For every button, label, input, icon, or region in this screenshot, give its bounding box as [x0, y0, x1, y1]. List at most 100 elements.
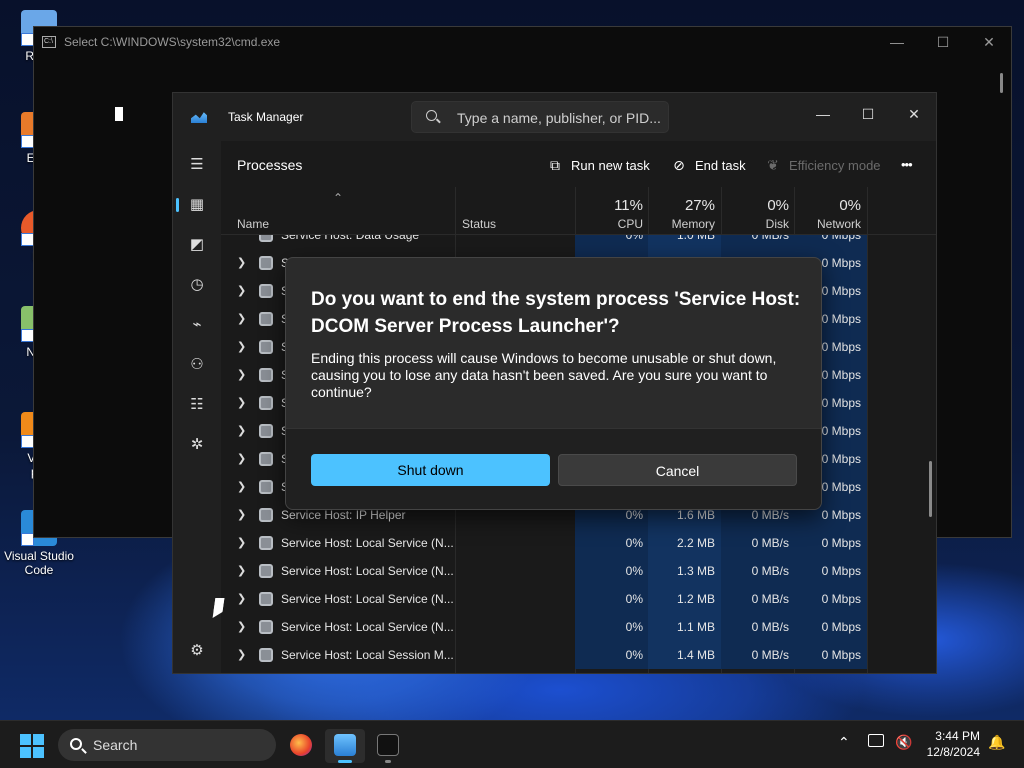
column-cpu[interactable]: CPU: [577, 217, 643, 231]
disk-value: 0 MB/s: [751, 564, 789, 578]
desktop-icon-label: Code: [24, 563, 54, 577]
page-title: Processes: [237, 157, 303, 173]
tm-titlebar[interactable]: Task Manager Type a name, publisher, or …: [173, 93, 936, 141]
memory-value: 1.0 MB: [676, 235, 715, 242]
volume-muted-icon[interactable]: 🔇: [895, 734, 912, 751]
expand-chevron-icon[interactable]: ❯: [237, 340, 246, 353]
windows-logo-icon: [33, 747, 44, 758]
running-indicator: [385, 760, 391, 763]
process-name: Service Host: Local Service (N...: [281, 620, 454, 634]
more-options-button[interactable]: •••: [901, 157, 913, 172]
column-network[interactable]: Network: [795, 217, 861, 231]
tm-nav-rail: ☰ ▦ ◩ ◷ ⌁ ⚇ ☷ ✲ ⚙: [173, 141, 221, 673]
leaf-icon: ❦: [767, 157, 779, 173]
task-manager-logo-icon: [191, 112, 207, 123]
service-gear-icon: [259, 592, 273, 606]
table-row[interactable]: ❯ Service Host: Local Session M... 0% 1.4 M…: [221, 641, 921, 669]
column-memory[interactable]: Memory: [649, 217, 715, 231]
process-list-scrollbar[interactable]: [929, 461, 932, 517]
tm-minimize-button[interactable]: —: [800, 99, 846, 129]
network-icon[interactable]: [868, 734, 884, 747]
taskbar-search-label: Search: [93, 737, 138, 753]
service-gear-icon: [259, 396, 273, 410]
service-gear-icon: [259, 620, 273, 634]
dialog-title: Do you want to end the system process 'S…: [311, 289, 801, 337]
cmd-scrollbar[interactable]: [1000, 73, 1003, 93]
settings-gear-icon[interactable]: ⚙: [185, 639, 209, 663]
taskbar-cmd[interactable]: [368, 729, 408, 763]
table-row[interactable]: ❯ Service Host: Local Service (N... 0% 2.2 …: [221, 529, 921, 557]
network-total: 0%: [839, 197, 861, 214]
tm-maximize-button[interactable]: ☐: [845, 99, 891, 129]
expand-chevron-icon[interactable]: ❯: [237, 424, 246, 437]
network-value: 0 Mbps: [821, 620, 861, 634]
column-header: ⌃ Name Status 11% CPU 27% Memory 0% Disk…: [221, 187, 936, 235]
service-gear-icon: [259, 284, 273, 298]
column-status[interactable]: Status: [462, 217, 496, 231]
cmd-titlebar[interactable]: C:\ Select C:\WINDOWS\system32\cmd.exe: [34, 27, 1011, 57]
taskbar-search[interactable]: Search: [58, 729, 276, 761]
efficiency-mode-label: Efficiency mode: [789, 157, 881, 173]
process-name: Service Host: Data Usage: [281, 235, 420, 242]
hamburger-menu-icon[interactable]: ☰: [185, 153, 209, 177]
disk-value: 0 MB/s: [751, 620, 789, 634]
expand-chevron-icon[interactable]: ❯: [237, 368, 246, 381]
process-name: Service Host: Local Session M...: [281, 648, 454, 662]
cpu-total: 11%: [614, 197, 643, 214]
cancel-button[interactable]: Cancel: [558, 454, 797, 486]
shut-down-button[interactable]: Shut down: [311, 454, 550, 486]
tm-command-bar: Processes ⧉ Run new task ⊘ End task ❦ Ef…: [221, 141, 936, 187]
show-hidden-icons-chevron-icon[interactable]: ⌃: [838, 734, 850, 751]
cmd-title: Select C:\WINDOWS\system32\cmd.exe: [64, 35, 281, 49]
clock[interactable]: 3:44 PM 12/8/2024: [922, 728, 980, 760]
cmd-close-button[interactable]: ✕: [966, 27, 1012, 57]
tm-search-input[interactable]: Type a name, publisher, or PID...: [411, 101, 669, 133]
run-new-task-button[interactable]: ⧉ Run new task: [547, 157, 650, 173]
table-row[interactable]: ❯ Service Host: Local Service (N... 0% 1.2 …: [221, 585, 921, 613]
cmd-maximize-button[interactable]: ☐: [920, 27, 966, 57]
expand-chevron-icon[interactable]: ❯: [237, 256, 246, 269]
cpu-value: 0%: [625, 536, 643, 550]
cmd-minimize-button[interactable]: —: [874, 27, 920, 57]
services-icon[interactable]: ✲: [185, 433, 209, 457]
tm-close-button[interactable]: ✕: [891, 99, 936, 129]
table-row[interactable]: ❯ Service Host: Local Service (N... 0% 1.1 …: [221, 613, 921, 641]
column-name[interactable]: Name: [237, 217, 269, 231]
text-cursor: [115, 107, 123, 121]
taskbar-task-manager[interactable]: [325, 729, 365, 763]
run-new-task-label: Run new task: [571, 157, 650, 173]
column-disk[interactable]: Disk: [723, 217, 789, 231]
expand-chevron-icon[interactable]: ❯: [237, 284, 246, 297]
expand-chevron-icon[interactable]: ❯: [237, 480, 246, 493]
expand-chevron-icon[interactable]: ❯: [237, 536, 246, 549]
taskbar-firefox[interactable]: [281, 729, 321, 763]
service-gear-icon: [259, 564, 273, 578]
search-placeholder: Type a name, publisher, or PID...: [457, 110, 661, 126]
users-icon[interactable]: ⚇: [185, 353, 209, 377]
expand-chevron-icon[interactable]: ❯: [237, 564, 246, 577]
table-row[interactable]: ❯ Service Host: Local Service (N... 0% 1.3 …: [221, 557, 921, 585]
expand-chevron-icon[interactable]: ❯: [237, 396, 246, 409]
search-icon: [426, 110, 437, 121]
table-row[interactable]: Service Host: Data Usage 0% 1.0 MB 0 MB/s 0 …: [221, 235, 921, 249]
processes-icon[interactable]: ▦: [176, 193, 209, 217]
details-icon[interactable]: ☷: [185, 393, 209, 417]
dialog-body: Ending this process will cause Windows t…: [311, 350, 777, 400]
expand-chevron-icon[interactable]: ❯: [237, 452, 246, 465]
expand-chevron-icon[interactable]: ❯: [237, 620, 246, 633]
end-task-icon: ⊘: [673, 157, 685, 173]
notification-bell-icon[interactable]: 🔔: [988, 734, 1005, 751]
end-task-button[interactable]: ⊘ End task: [671, 157, 745, 173]
performance-icon[interactable]: ◩: [185, 233, 209, 257]
cpu-value: 0%: [625, 235, 643, 242]
expand-chevron-icon[interactable]: ❯: [237, 508, 246, 521]
expand-chevron-icon[interactable]: ❯: [237, 592, 246, 605]
expand-chevron-icon[interactable]: ❯: [237, 312, 246, 325]
app-history-icon[interactable]: ◷: [185, 273, 209, 297]
startup-apps-icon[interactable]: ⌁: [185, 313, 209, 337]
memory-value: 1.6 MB: [676, 508, 715, 522]
firefox-icon: [290, 734, 312, 756]
clock-time: 3:44 PM: [935, 729, 980, 743]
expand-chevron-icon[interactable]: ❯: [237, 648, 246, 661]
start-button[interactable]: [20, 734, 44, 758]
